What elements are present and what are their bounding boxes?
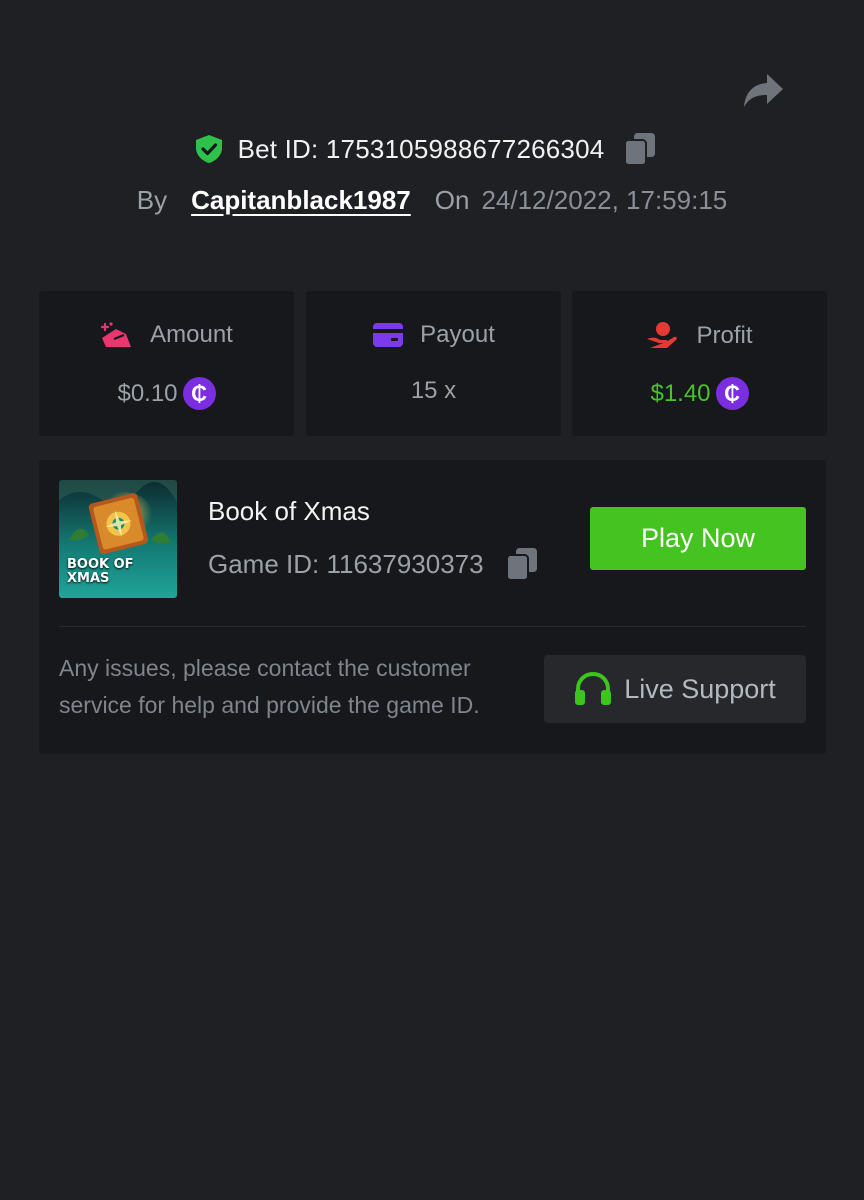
username-link[interactable]: Capitanblack1987 [191, 185, 411, 216]
game-thumbnail[interactable]: BOOK OF XMAS [59, 480, 177, 598]
profit-value-row: $1.40 ₵ [572, 377, 827, 410]
card-icon [373, 323, 404, 347]
coin-icon: ₵ [182, 377, 216, 410]
profit-header: Profit [572, 321, 827, 351]
amount-label: Amount [150, 321, 233, 348]
bet-datetime: 24/12/2022, 17:59:15 [481, 184, 728, 215]
payout-label: Payout [420, 321, 495, 348]
thumb-title-line2: XMAS [67, 571, 110, 586]
game-name: Book of Xmas [208, 496, 370, 526]
coin-icon: ₵ [715, 377, 749, 410]
profit-value: $1.40 [650, 379, 711, 407]
payout-value-row: 15 x [306, 377, 561, 405]
support-help-text: Any issues, please contact the customer … [59, 655, 480, 718]
bet-id-text: Bet ID: 1753105988677266304 [237, 133, 605, 164]
payout-value: 15 x [410, 377, 457, 404]
profit-hand-icon [647, 322, 678, 348]
live-support-button[interactable]: Live Support [544, 655, 806, 723]
share-icon[interactable] [742, 72, 784, 110]
bet-id-row: Bet ID: 1753105988677266304 [0, 128, 864, 170]
amount-value: $0.10 [117, 379, 178, 407]
verified-shield-icon [195, 135, 222, 163]
amount-card: Amount $0.10 ₵ [39, 291, 294, 436]
thumb-title-line1: BOOK OF [67, 557, 134, 572]
amount-icon [101, 322, 132, 347]
game-panel: BOOK OF XMAS Book of Xmas Game ID: 11637… [39, 460, 826, 754]
live-support-label: Live Support [624, 673, 776, 704]
copy-game-id-icon[interactable] [505, 547, 538, 581]
headset-icon [575, 672, 612, 705]
payout-header: Payout [306, 321, 561, 349]
play-now-button[interactable]: Play Now [590, 507, 806, 570]
amount-header: Amount [39, 321, 294, 349]
game-id-row: Game ID: 11637930373 [208, 547, 538, 581]
bet-details-page: Bet ID: 1753105988677266304 By Capitanbl… [0, 0, 864, 1200]
by-label: By [136, 184, 168, 215]
on-label: On [434, 184, 470, 215]
payout-card: Payout 15 x [306, 291, 561, 436]
game-id-text: Game ID: 11637930373 [208, 548, 484, 579]
bet-meta-row: By Capitanblack1987 On 24/12/2022, 17:59… [0, 180, 864, 220]
amount-value-row: $0.10 ₵ [39, 377, 294, 410]
copy-bet-id-icon[interactable] [624, 132, 656, 166]
divider [59, 626, 806, 627]
profit-card: Profit $1.40 ₵ [572, 291, 827, 436]
profit-label: Profit [696, 322, 753, 349]
